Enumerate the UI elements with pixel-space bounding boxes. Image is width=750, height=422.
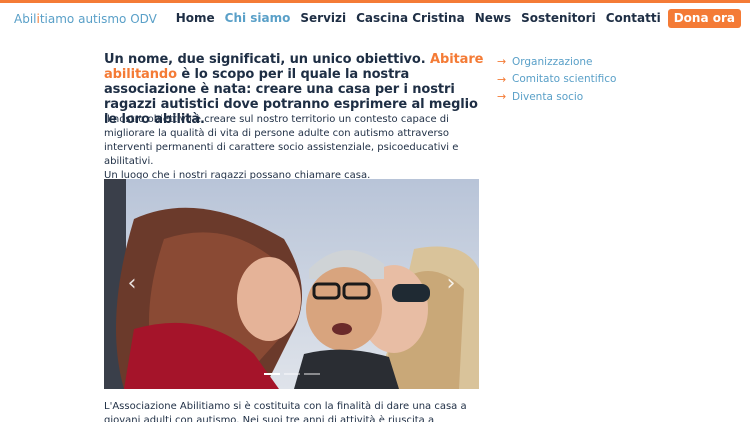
association-paragraph: L'Associazione Abilitiamo si è costituit… — [104, 401, 467, 422]
arrow-right-icon: → — [497, 72, 507, 86]
nav-contatti[interactable]: Contatti — [606, 9, 661, 28]
sidebar-item-label: Comitato scientifico — [512, 73, 617, 86]
sidebar-item-label: Organizzazione — [512, 55, 593, 68]
image-slider[interactable]: ‹ › — [104, 179, 479, 389]
nav-chi-siamo[interactable]: Chi siamo — [225, 9, 291, 28]
sidebar-item-diventa-socio[interactable]: → Diventa socio — [497, 88, 616, 106]
slide-photo — [104, 179, 479, 389]
sidebar-links: → Organizzazione → Comitato scientifico … — [497, 53, 616, 106]
logo-part-1: Abil — [14, 12, 37, 26]
nav-cascina-cristina[interactable]: Cascina Cristina — [356, 9, 465, 28]
sidebar-item-organizzazione[interactable]: → Organizzazione — [497, 53, 616, 71]
slider-prev-button[interactable]: ‹ — [122, 273, 142, 295]
main-nav: Home Chi siamo Servizi Cascina Cristina … — [166, 9, 741, 28]
donate-button[interactable]: Dona ora — [667, 9, 741, 28]
site-logo[interactable]: Abilitiamo autismo ODV — [14, 12, 157, 26]
slider-dot[interactable] — [283, 373, 300, 375]
slider-dot[interactable] — [303, 373, 320, 375]
slider-dot[interactable] — [263, 373, 280, 375]
nav-sostenitori[interactable]: Sostenitori — [521, 9, 596, 28]
sidebar-item-label: Diventa socio — [512, 90, 584, 103]
nav-servizi[interactable]: Servizi — [300, 9, 346, 28]
arrow-right-icon: → — [497, 55, 507, 69]
nav-home[interactable]: Home — [176, 9, 215, 28]
logo-part-3: tiamo — [39, 12, 75, 26]
description-line-1: Il nostro obiettivo è creare sul nostro … — [104, 114, 459, 167]
logo-part-4: autismo ODV — [74, 12, 157, 26]
arrow-right-icon: → — [497, 90, 507, 104]
description: Il nostro obiettivo è creare sul nostro … — [104, 113, 479, 183]
top-accent-bar — [0, 0, 750, 3]
slider-dots — [104, 373, 479, 375]
lead-text-before: Un nome, due significati, un unico obiet… — [104, 52, 431, 67]
slider-next-button[interactable]: › — [441, 273, 461, 295]
nav-news[interactable]: News — [475, 9, 511, 28]
sidebar-item-comitato-scientifico[interactable]: → Comitato scientifico — [497, 71, 616, 89]
